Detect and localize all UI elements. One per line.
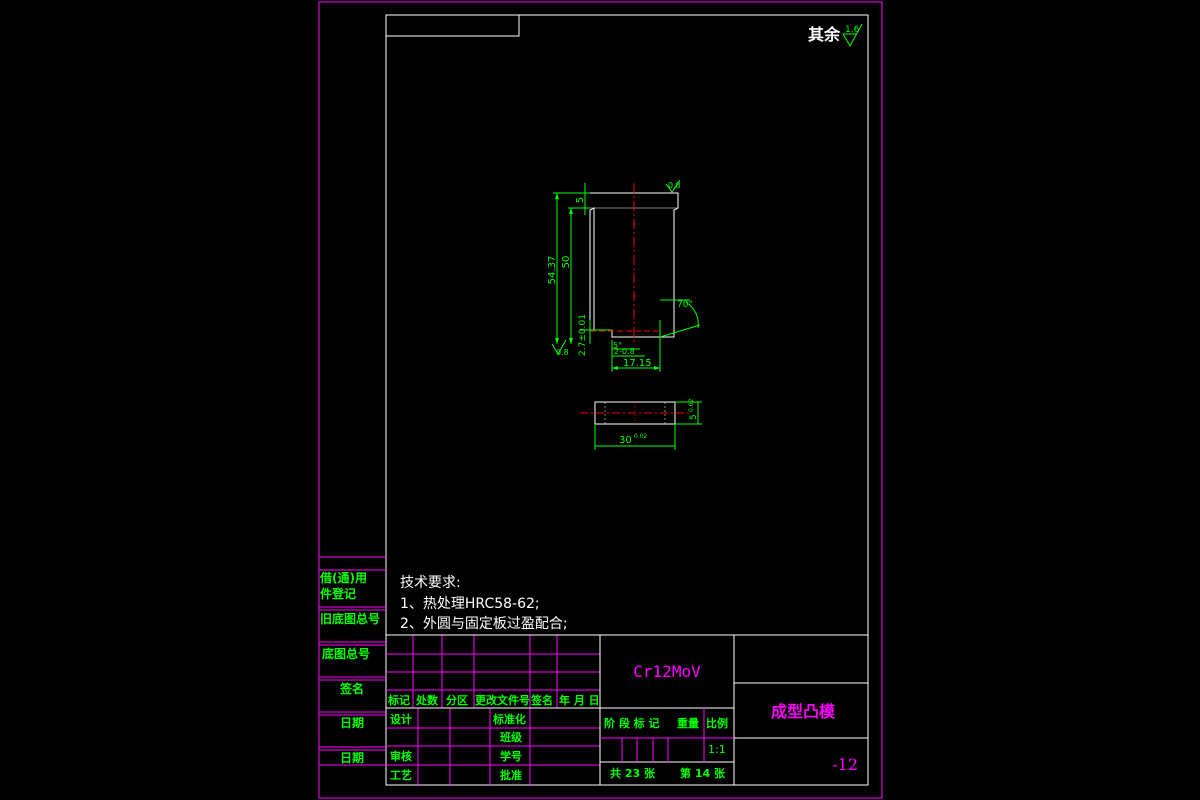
row-design: 设计 (390, 712, 412, 726)
side-panel-labels: 借(通)用 件登记 旧底图总号 底图总号 签名 日期 日期 (319, 570, 380, 765)
dim-body-height: 50 (561, 256, 572, 269)
side-dimension-lines (594, 401, 702, 450)
scale-value: 1:1 (708, 743, 726, 756)
rev-header-doc-no: 更改文件号 (475, 693, 530, 707)
surface-finish-label: 其余 (808, 25, 841, 44)
dim-length: 30 (619, 435, 632, 446)
side-label-date-1: 日期 (340, 715, 364, 730)
row-standardize: 标准化 (492, 712, 526, 726)
sheets-total: 共 23 张 (610, 766, 656, 780)
tech-req-item-1: 1、热处理HRC58-62; (400, 596, 540, 612)
drawing-number: -12 (832, 755, 858, 774)
side-label-signature: 签名 (339, 681, 364, 696)
rev-header-signature: 签名 (530, 693, 553, 707)
dimension-lines (551, 179, 701, 372)
side-label-base-no: 底图总号 (322, 646, 370, 661)
part-side-view (580, 401, 690, 425)
row-review: 审核 (390, 749, 412, 763)
rev-header-zone: 分区 (446, 693, 468, 707)
rev-header-date: 年 月 日 (559, 693, 600, 707)
tech-req-title: 技术要求: (400, 575, 461, 591)
side-label-old-no: 旧底图总号 (320, 611, 380, 626)
dim-top-step: 5 (575, 197, 586, 203)
stage-header: 阶 段 标 记 (604, 716, 660, 730)
dim-flange: 2.7±0.01 (578, 314, 588, 356)
weight-header: 重量 (677, 716, 699, 730)
row-class: 班级 (500, 730, 523, 744)
roughness-top: 0.8 (668, 181, 681, 190)
cad-drawing: 其余 1.6 54.37 50 5 2.7±0.01 5° 2-0.8 17.1… (318, 1, 883, 799)
dim-width: 17.15 (623, 358, 652, 369)
dim-length-tol: 0.02 (634, 433, 648, 440)
title-block-grid-left (386, 635, 600, 785)
side-label-borrow: 借(通)用 (319, 570, 367, 585)
dim-angle: 70° (677, 300, 693, 310)
inner-border (385, 14, 869, 786)
surface-finish-value: 1.6 (845, 25, 860, 35)
rev-header-count: 处数 (415, 693, 439, 707)
sheet-no: 第 14 张 (680, 766, 726, 780)
dim-total-height: 54.37 (547, 256, 558, 285)
row-student-no: 学号 (500, 749, 522, 763)
row-process: 工艺 (390, 768, 412, 782)
part-front-view (589, 183, 679, 345)
top-left-box (386, 15, 520, 37)
material: Cr12MoV (633, 662, 701, 681)
row-approve: 批准 (500, 768, 522, 782)
side-label-register: 件登记 (320, 586, 356, 601)
scale-header: 比例 (706, 716, 728, 730)
tech-req-item-2: 2、外圆与固定板过盈配合; (400, 616, 568, 632)
dim-chamfer: 2-0.8 (614, 347, 635, 356)
side-label-date-2: 日期 (340, 750, 364, 765)
roughness-bottom: 0.8 (556, 348, 569, 357)
rev-header-mark: 标记 (387, 693, 410, 707)
part-name: 成型凸模 (771, 702, 836, 721)
dim-thickness: 5 (689, 414, 699, 420)
dim-thickness-tol: 0.02 (688, 398, 695, 412)
